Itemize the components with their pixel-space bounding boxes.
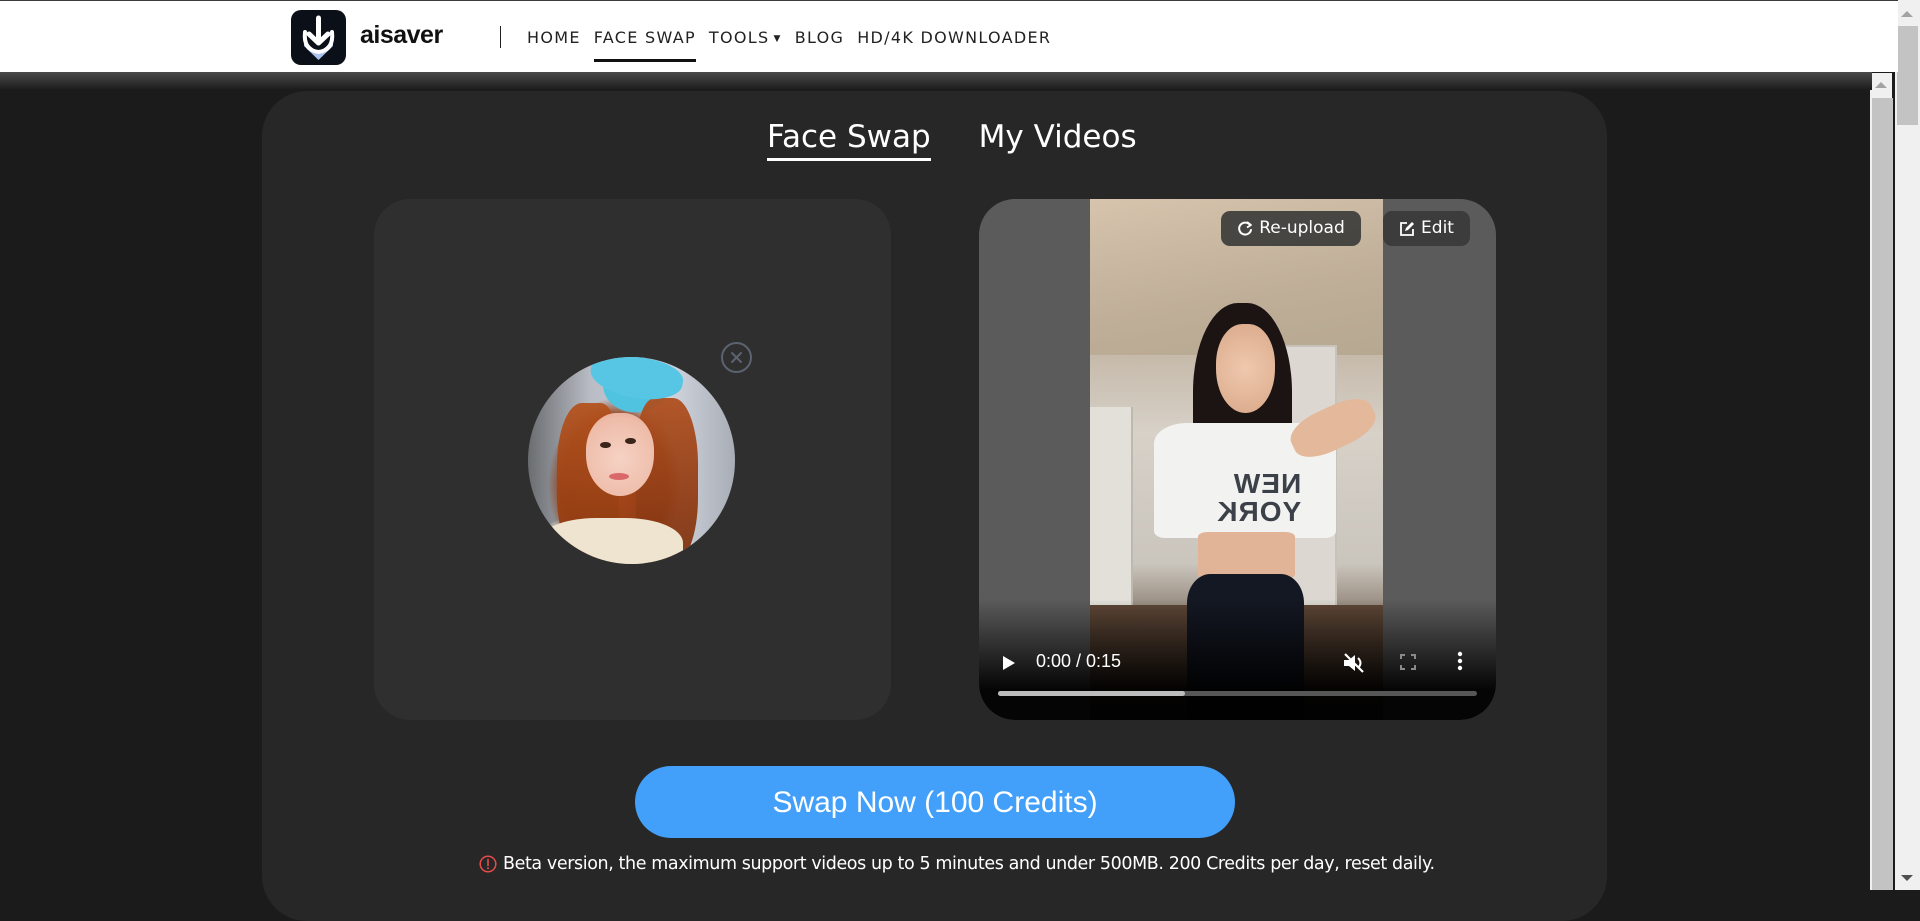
- swap-now-button[interactable]: Swap Now (100 Credits): [635, 766, 1235, 838]
- scroll-down-icon[interactable]: [1901, 875, 1913, 881]
- remove-face-button[interactable]: [721, 342, 752, 373]
- tab-my-videos[interactable]: My Videos: [979, 117, 1137, 157]
- refresh-icon: [1238, 220, 1253, 236]
- scroll-up-icon[interactable]: [1875, 82, 1887, 88]
- play-icon: [1003, 656, 1015, 670]
- photo-sweater: [538, 518, 684, 564]
- video-person-face: [1215, 324, 1275, 413]
- fullscreen-icon: [1400, 654, 1416, 670]
- video-person-belly: [1198, 532, 1296, 580]
- mute-button[interactable]: [1342, 652, 1366, 678]
- reupload-button[interactable]: Re-upload: [1221, 211, 1361, 246]
- inner-scroll-thumb[interactable]: [1872, 98, 1893, 890]
- main-nav: HOME FACE SWAP TOOLS ▼ BLOG HD/4K DOWNLOA…: [527, 26, 1064, 62]
- nav-hd-downloader[interactable]: HD/4K DOWNLOADER: [857, 26, 1051, 50]
- close-icon: [731, 352, 742, 363]
- nav-tools[interactable]: TOOLS ▼: [709, 26, 782, 50]
- inner-scrollbar[interactable]: [1870, 73, 1893, 890]
- nav-blog[interactable]: BLOG: [795, 26, 845, 50]
- notice-text: Beta version, the maximum support videos…: [503, 854, 1435, 874]
- time-display: 0:00 / 0:15: [1036, 651, 1122, 671]
- reupload-label: Re-upload: [1259, 218, 1345, 238]
- more-vertical-icon: [1457, 651, 1463, 671]
- video-shirt-text: NEW YORK: [1216, 467, 1301, 527]
- photo-face: [585, 412, 655, 496]
- video-door: [1090, 407, 1134, 627]
- caret-down-icon: ▼: [773, 33, 782, 44]
- warning-circle-icon: [479, 855, 497, 873]
- beta-notice: Beta version, the maximum support videos…: [479, 854, 1435, 874]
- seek-bar[interactable]: [998, 691, 1477, 696]
- nav-divider: [500, 26, 501, 48]
- page-scroll-thumb[interactable]: [1897, 26, 1918, 125]
- face-photo: [528, 357, 735, 564]
- brand-name[interactable]: aisaver: [360, 21, 443, 50]
- photo-eye: [600, 441, 611, 449]
- edit-label: Edit: [1421, 218, 1454, 238]
- more-options-button[interactable]: [1457, 651, 1463, 675]
- volume-muted-icon: [1344, 653, 1364, 673]
- page-scrollbar[interactable]: [1895, 0, 1920, 890]
- top-header: aisaver HOME FACE SWAP TOOLS ▼ BLOG HD/4K…: [0, 0, 1898, 72]
- edit-button[interactable]: Edit: [1383, 211, 1470, 246]
- photo-eye: [625, 437, 636, 444]
- play-button[interactable]: [1002, 655, 1016, 675]
- buffered-fill: [998, 691, 1185, 696]
- header-shadow: [0, 72, 1872, 90]
- nav-face-swap[interactable]: FACE SWAP: [593, 26, 697, 62]
- logo-icon[interactable]: [291, 10, 346, 65]
- fullscreen-button[interactable]: [1400, 654, 1416, 674]
- video-player[interactable]: NEW YORK 0:00 / 0:15: [979, 199, 1496, 720]
- tab-face-swap[interactable]: Face Swap: [767, 117, 931, 161]
- tabs: Face Swap My Videos: [767, 117, 1137, 161]
- nav-tools-label: TOOLS: [708, 28, 770, 47]
- scroll-up-icon[interactable]: [1901, 11, 1913, 17]
- edit-icon: [1400, 221, 1415, 236]
- nav-home[interactable]: HOME: [527, 26, 581, 50]
